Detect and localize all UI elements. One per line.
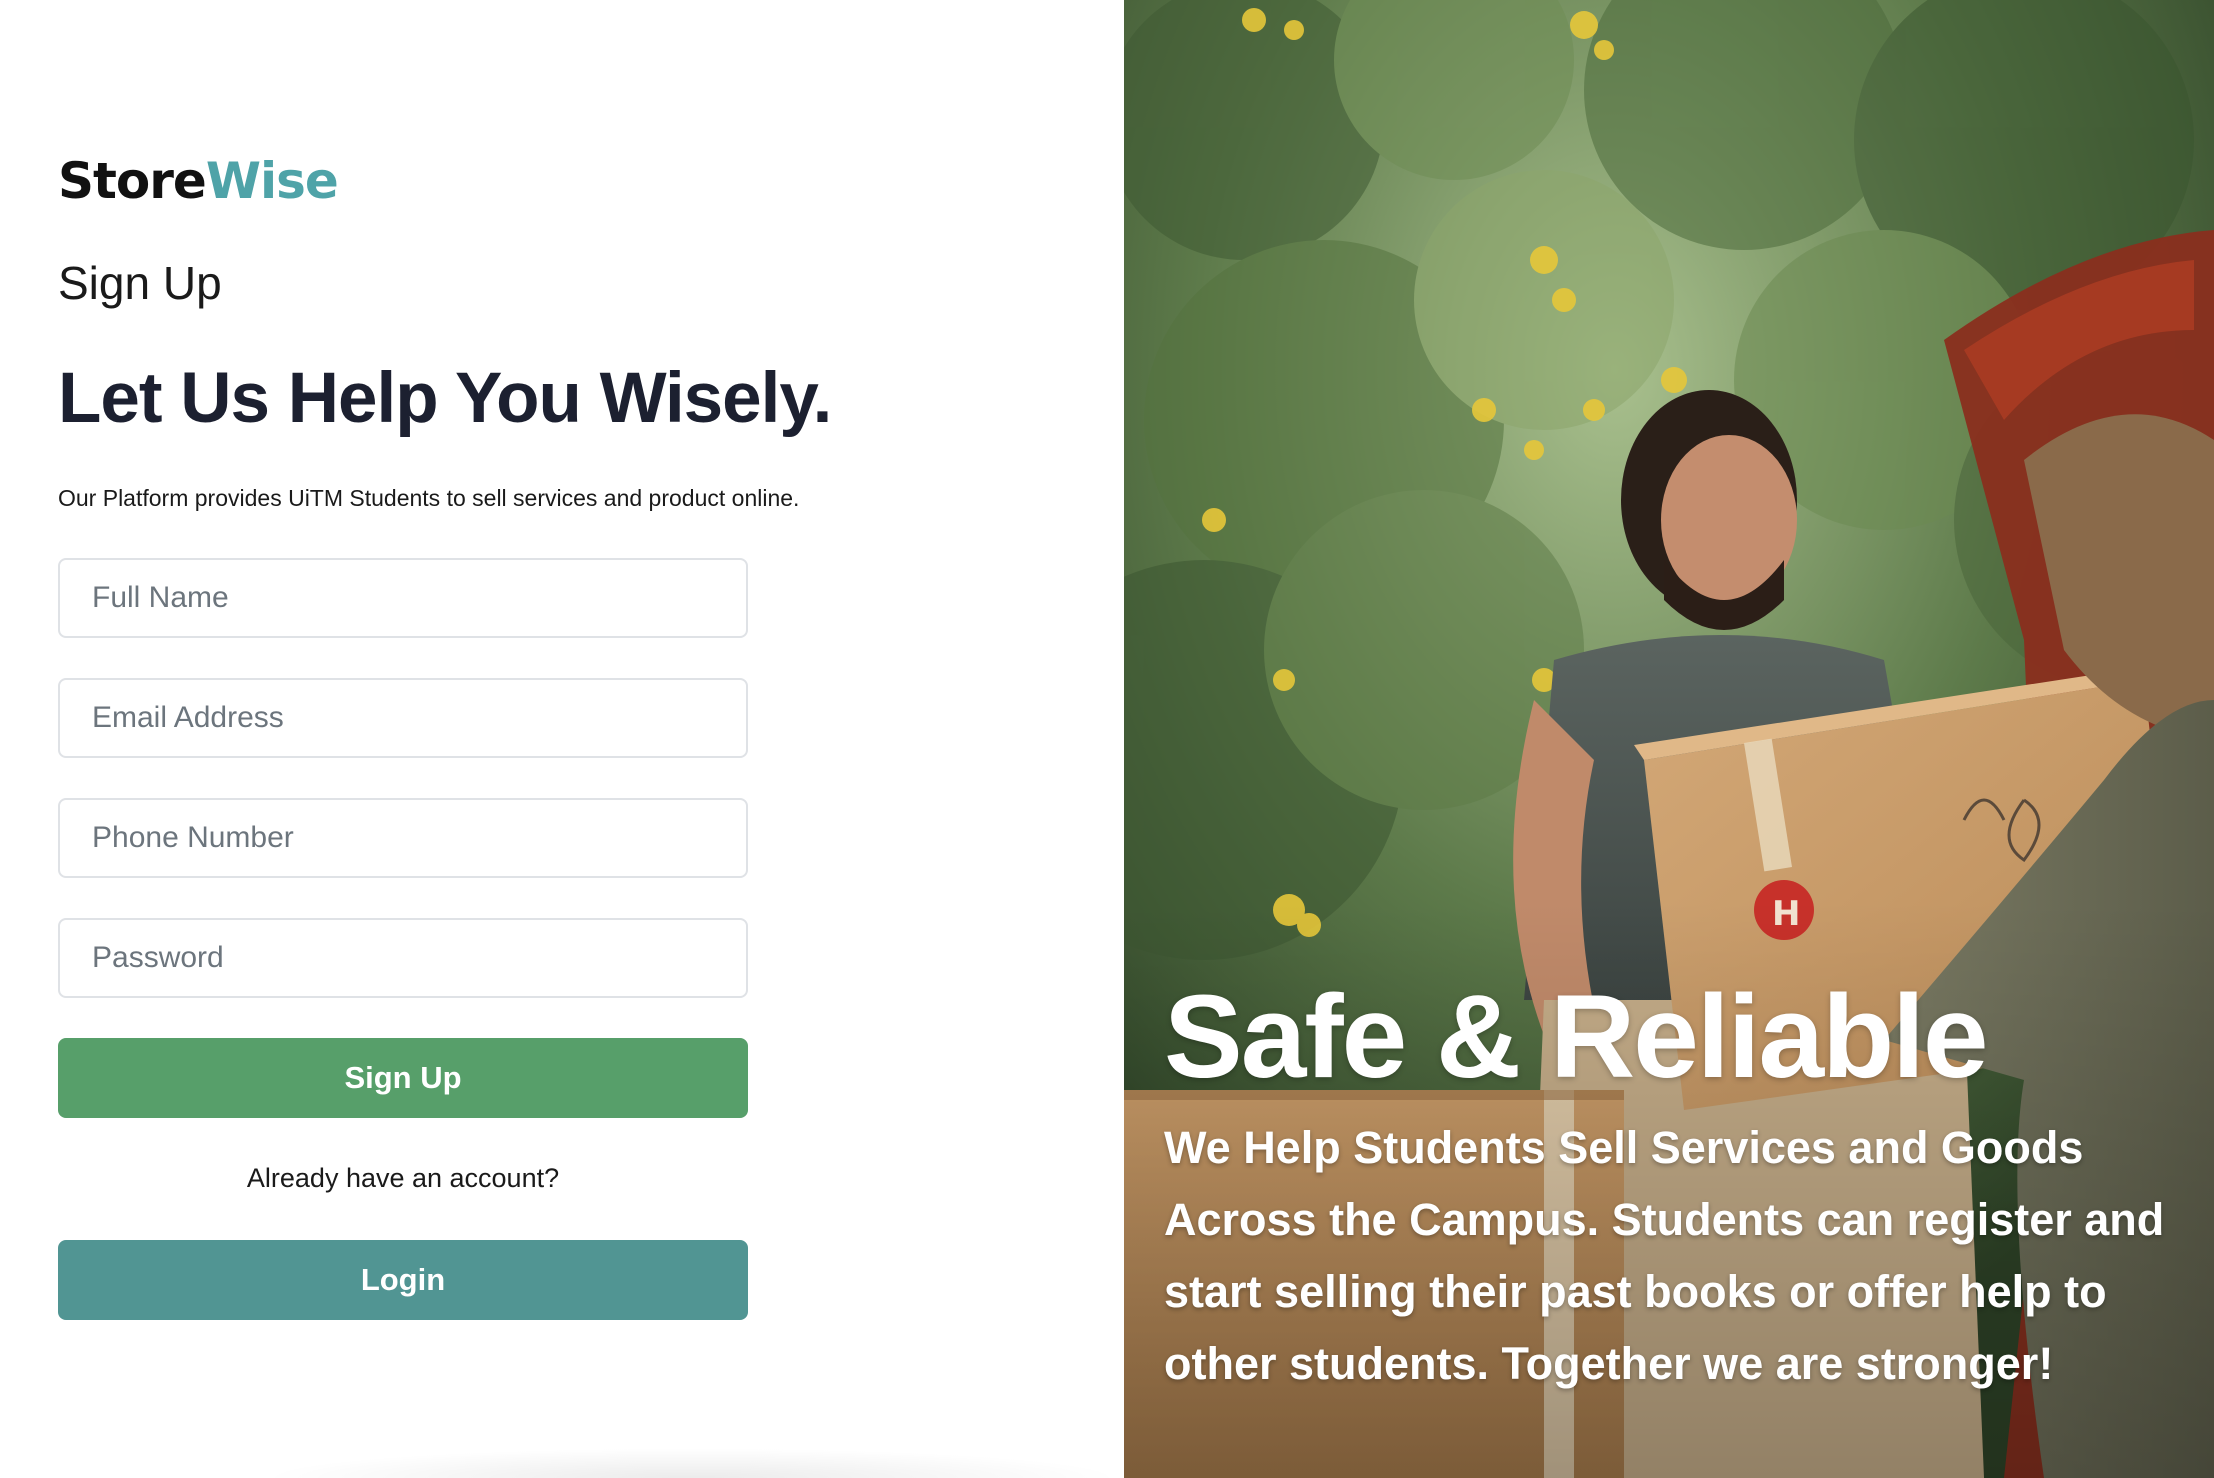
password-input[interactable] <box>58 918 748 998</box>
signup-page: StoreWise Sign Up Let Us Help You Wisely… <box>0 0 2214 1478</box>
hero-description: We Help Students Sell Services and Goods… <box>1164 1122 2165 1389</box>
page-headline: Let Us Help You Wisely. <box>58 359 832 438</box>
page-subtitle: Our Platform provides UiTM Students to s… <box>58 485 800 511</box>
already-have-account-text: Already have an account? <box>246 1163 560 1193</box>
signup-form-panel: StoreWise Sign Up Let Us Help You Wisely… <box>0 0 1124 1478</box>
storewise-logo: StoreWise <box>58 156 339 206</box>
hero-title: Safe & Reliable <box>1164 971 1989 1103</box>
full-name-input[interactable] <box>58 558 748 638</box>
logo-text-store: Store <box>58 152 207 210</box>
logo-text-wise: Wise <box>205 152 339 210</box>
sign-up-button[interactable]: Sign Up <box>58 1038 748 1118</box>
hero-panel: H Safe & Reliable We Help Students Sell … <box>1124 0 2214 1478</box>
login-button[interactable]: Login <box>58 1240 748 1320</box>
section-title: Sign Up <box>58 257 222 309</box>
phone-number-input[interactable] <box>58 798 748 878</box>
email-input[interactable] <box>58 678 748 758</box>
bottom-shadow-decoration <box>260 1448 1124 1478</box>
